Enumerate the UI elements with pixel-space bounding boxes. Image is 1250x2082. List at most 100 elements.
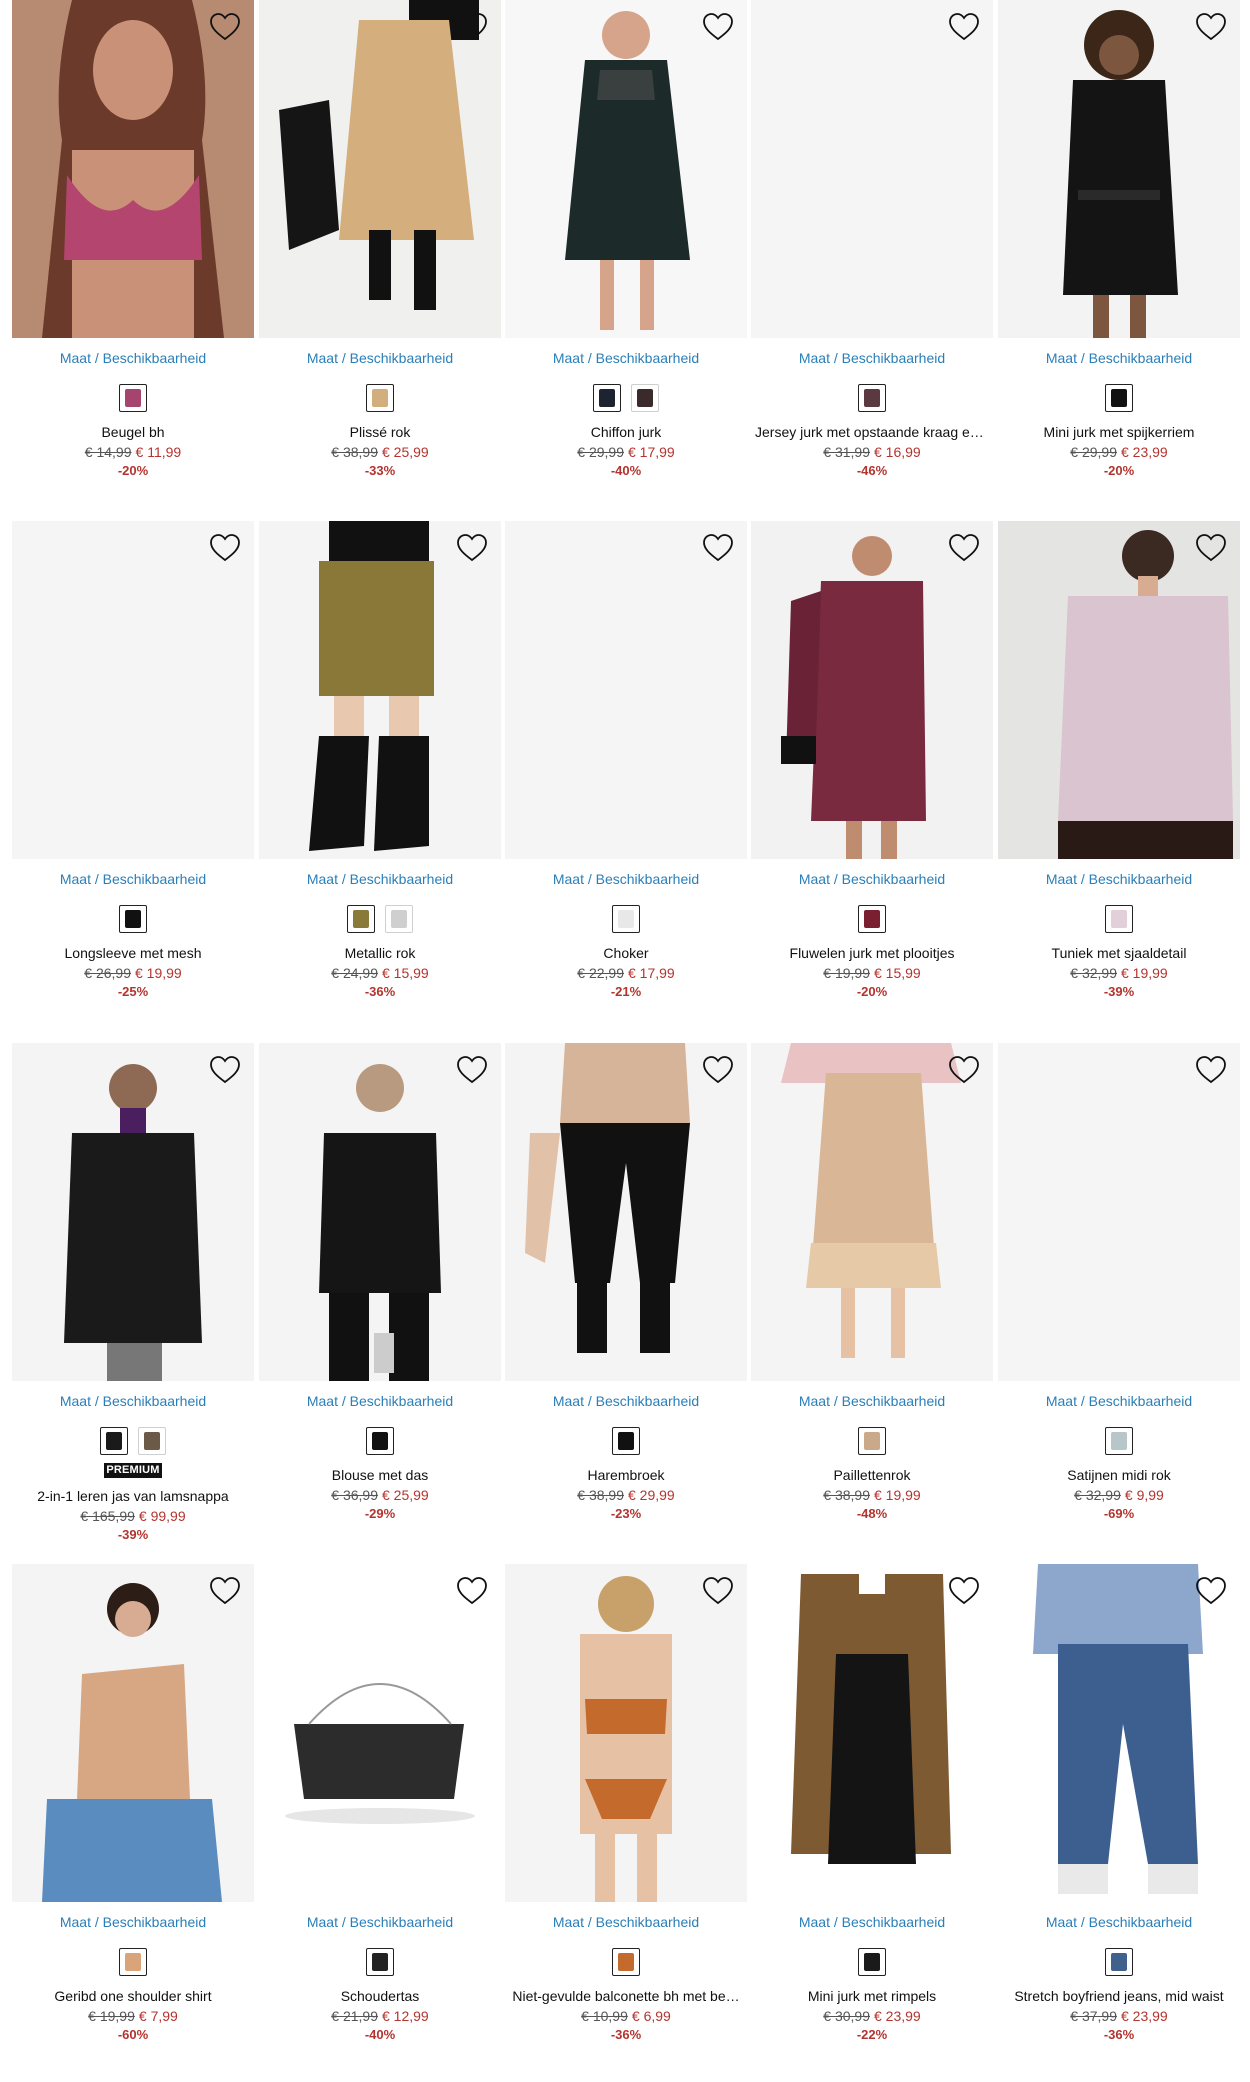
- color-swatch[interactable]: [138, 1427, 166, 1455]
- product-name[interactable]: Paillettenrok: [751, 1467, 993, 1483]
- size-availability-link[interactable]: Maat / Beschikbaarheid: [505, 871, 747, 889]
- add-to-wishlist-button[interactable]: [947, 531, 981, 565]
- product-card[interactable]: Maat / Beschikbaarheid Beugel bh € 14,99…: [12, 0, 254, 478]
- size-availability-link[interactable]: Maat / Beschikbaarheid: [505, 350, 747, 368]
- add-to-wishlist-button[interactable]: [947, 1053, 981, 1087]
- add-to-wishlist-button[interactable]: [701, 10, 735, 44]
- color-swatch[interactable]: [119, 1948, 147, 1976]
- add-to-wishlist-button[interactable]: [208, 1574, 242, 1608]
- size-availability-link[interactable]: Maat / Beschikbaarheid: [751, 871, 993, 889]
- color-swatch[interactable]: [366, 1948, 394, 1976]
- product-card[interactable]: Maat / Beschikbaarheid Stretch boyfriend…: [998, 1564, 1240, 2042]
- add-to-wishlist-button[interactable]: [455, 531, 489, 565]
- product-image[interactable]: [505, 521, 747, 859]
- size-availability-link[interactable]: Maat / Beschikbaarheid: [12, 871, 254, 889]
- product-name[interactable]: Mini jurk met spijkerriem: [998, 424, 1240, 440]
- product-card[interactable]: Maat / Beschikbaarheid Tuniek met sjaald…: [998, 521, 1240, 999]
- color-swatch[interactable]: [366, 1427, 394, 1455]
- color-swatch[interactable]: [858, 384, 886, 412]
- product-name[interactable]: Choker: [505, 945, 747, 961]
- add-to-wishlist-button[interactable]: [455, 1574, 489, 1608]
- product-card[interactable]: Maat / Beschikbaarheid PREMIUM 2-in-1 le…: [12, 1043, 254, 1542]
- product-card[interactable]: Maat / Beschikbaarheid Mini jurk met rim…: [751, 1564, 993, 2042]
- color-swatch[interactable]: [1105, 1948, 1133, 1976]
- product-image[interactable]: [998, 0, 1240, 338]
- product-card[interactable]: Maat / Beschikbaarheid Mini jurk met spi…: [998, 0, 1240, 478]
- product-card[interactable]: Maat / Beschikbaarheid Metallic rok € 24…: [259, 521, 501, 999]
- color-swatch[interactable]: [612, 1427, 640, 1455]
- product-image[interactable]: [259, 521, 501, 859]
- product-image[interactable]: [998, 1564, 1240, 1902]
- product-card[interactable]: Maat / Beschikbaarheid Plissé rok € 38,9…: [259, 0, 501, 478]
- color-swatch[interactable]: [612, 905, 640, 933]
- product-card[interactable]: Maat / Beschikbaarheid Geribd one should…: [12, 1564, 254, 2042]
- add-to-wishlist-button[interactable]: [208, 1053, 242, 1087]
- add-to-wishlist-button[interactable]: [1194, 10, 1228, 44]
- color-swatch[interactable]: [347, 905, 375, 933]
- product-name[interactable]: Geribd one shoulder shirt: [12, 1988, 254, 2004]
- product-image[interactable]: [998, 521, 1240, 859]
- size-availability-link[interactable]: Maat / Beschikbaarheid: [751, 350, 993, 368]
- product-name[interactable]: 2-in-1 leren jas van lamsnappa: [12, 1488, 254, 1504]
- size-availability-link[interactable]: Maat / Beschikbaarheid: [751, 1914, 993, 1932]
- product-card[interactable]: Maat / Beschikbaarheid Choker € 22,99 € 1…: [505, 521, 747, 999]
- color-swatch[interactable]: [593, 384, 621, 412]
- product-image[interactable]: [12, 1043, 254, 1381]
- product-image[interactable]: [751, 1564, 993, 1902]
- product-name[interactable]: Beugel bh: [12, 424, 254, 440]
- size-availability-link[interactable]: Maat / Beschikbaarheid: [259, 1914, 501, 1932]
- color-swatch[interactable]: [366, 384, 394, 412]
- color-swatch[interactable]: [612, 1948, 640, 1976]
- color-swatch[interactable]: [119, 905, 147, 933]
- add-to-wishlist-button[interactable]: [1194, 1053, 1228, 1087]
- color-swatch[interactable]: [1105, 1427, 1133, 1455]
- color-swatch[interactable]: [631, 384, 659, 412]
- size-availability-link[interactable]: Maat / Beschikbaarheid: [12, 1393, 254, 1411]
- product-name[interactable]: Satijnen midi rok: [998, 1467, 1240, 1483]
- size-availability-link[interactable]: Maat / Beschikbaarheid: [12, 350, 254, 368]
- product-card[interactable]: Maat / Beschikbaarheid Schoudertas € 21,…: [259, 1564, 501, 2042]
- product-name[interactable]: Chiffon jurk: [505, 424, 747, 440]
- product-name[interactable]: Mini jurk met rimpels: [751, 1988, 993, 2004]
- product-image[interactable]: [259, 0, 501, 338]
- product-image[interactable]: [751, 1043, 993, 1381]
- product-card[interactable]: Maat / Beschikbaarheid Harembroek € 38,9…: [505, 1043, 747, 1521]
- product-image[interactable]: [998, 1043, 1240, 1381]
- product-image[interactable]: [751, 521, 993, 859]
- size-availability-link[interactable]: Maat / Beschikbaarheid: [259, 871, 501, 889]
- add-to-wishlist-button[interactable]: [208, 531, 242, 565]
- product-image[interactable]: [505, 0, 747, 338]
- product-card[interactable]: Maat / Beschikbaarheid Fluwelen jurk met…: [751, 521, 993, 999]
- product-name[interactable]: Metallic rok: [259, 945, 501, 961]
- product-image[interactable]: [505, 1564, 747, 1902]
- size-availability-link[interactable]: Maat / Beschikbaarheid: [998, 1914, 1240, 1932]
- size-availability-link[interactable]: Maat / Beschikbaarheid: [259, 1393, 501, 1411]
- add-to-wishlist-button[interactable]: [701, 1574, 735, 1608]
- product-card[interactable]: Maat / Beschikbaarheid Chiffon jurk € 29…: [505, 0, 747, 478]
- size-availability-link[interactable]: Maat / Beschikbaarheid: [998, 871, 1240, 889]
- add-to-wishlist-button[interactable]: [947, 10, 981, 44]
- product-name[interactable]: Stretch boyfriend jeans, mid waist: [998, 1988, 1240, 2004]
- add-to-wishlist-button[interactable]: [701, 1053, 735, 1087]
- add-to-wishlist-button[interactable]: [701, 531, 735, 565]
- product-card[interactable]: Maat / Beschikbaarheid Jersey jurk met o…: [751, 0, 993, 478]
- size-availability-link[interactable]: Maat / Beschikbaarheid: [259, 350, 501, 368]
- color-swatch[interactable]: [858, 1948, 886, 1976]
- color-swatch[interactable]: [385, 905, 413, 933]
- size-availability-link[interactable]: Maat / Beschikbaarheid: [751, 1393, 993, 1411]
- product-name[interactable]: Fluwelen jurk met plooitjes: [751, 945, 993, 961]
- add-to-wishlist-button[interactable]: [947, 1574, 981, 1608]
- add-to-wishlist-button[interactable]: [1194, 531, 1228, 565]
- product-name[interactable]: Plissé rok: [259, 424, 501, 440]
- product-card[interactable]: Maat / Beschikbaarheid Blouse met das € …: [259, 1043, 501, 1521]
- add-to-wishlist-button[interactable]: [455, 1053, 489, 1087]
- size-availability-link[interactable]: Maat / Beschikbaarheid: [505, 1393, 747, 1411]
- product-name[interactable]: Schoudertas: [259, 1988, 501, 2004]
- color-swatch[interactable]: [100, 1427, 128, 1455]
- add-to-wishlist-button[interactable]: [1194, 1574, 1228, 1608]
- product-image[interactable]: [751, 0, 993, 338]
- product-card[interactable]: Maat / Beschikbaarheid Paillettenrok € 3…: [751, 1043, 993, 1521]
- product-card[interactable]: Maat / Beschikbaarheid Longsleeve met me…: [12, 521, 254, 999]
- product-name[interactable]: Niet-gevulde balconette bh met be…: [505, 1988, 747, 2004]
- product-name[interactable]: Jersey jurk met opstaande kraag en…: [751, 424, 993, 440]
